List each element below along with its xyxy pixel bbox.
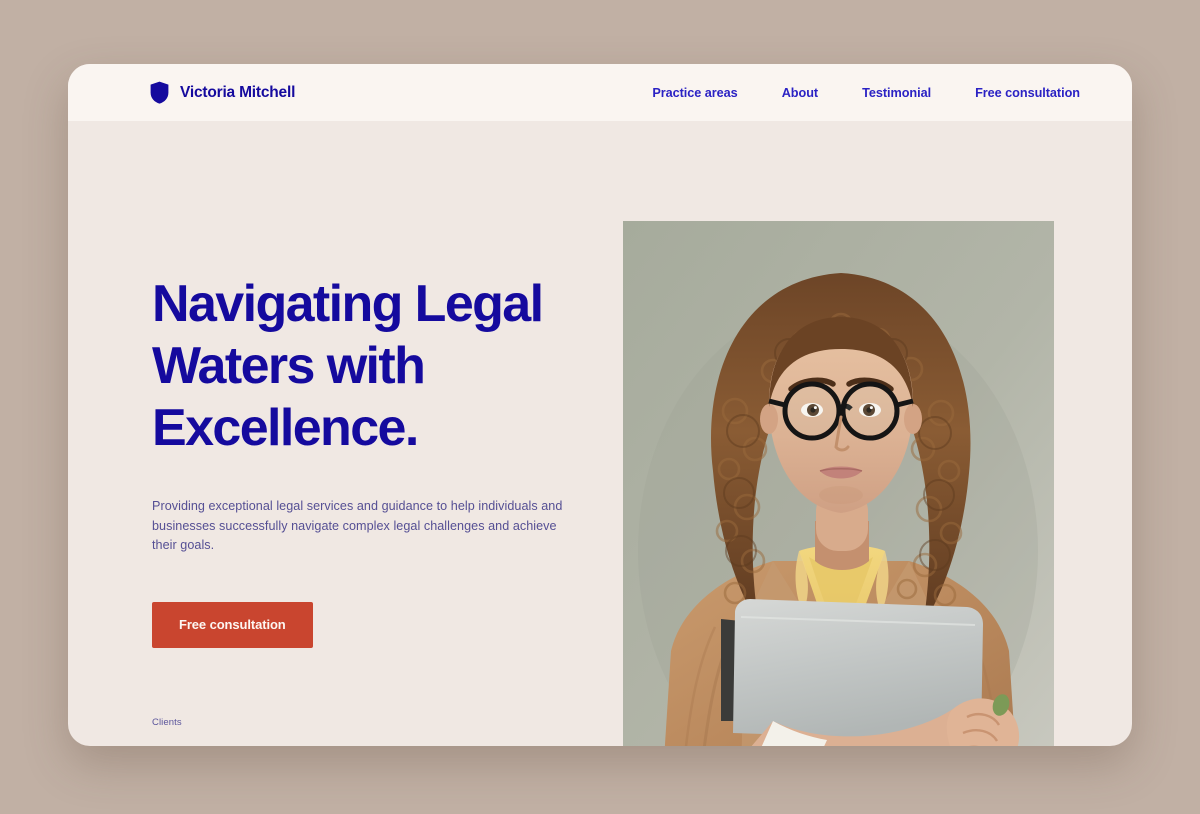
website-card: Victoria Mitchell Practice areas About T… [68,64,1132,746]
hero-section: Navigating Legal Waters with Excellence.… [68,121,1132,746]
brand-logo[interactable]: Victoria Mitchell [150,81,295,104]
clients-strip: Clients Vierate [152,717,622,746]
hero-headline: Navigating Legal Waters with Excellence. [152,275,544,457]
nav-link-about[interactable]: About [782,86,818,100]
nav-link-practice-areas[interactable]: Practice areas [652,86,737,100]
brand-name: Victoria Mitchell [180,83,296,101]
site-navbar: Victoria Mitchell Practice areas About T… [68,64,1132,121]
nav-link-free-consultation[interactable]: Free consultation [975,86,1080,100]
hero-copy: Navigating Legal Waters with Excellence.… [152,121,622,648]
hero-photo [623,221,1054,746]
hero-subcopy: Providing exceptional legal services and… [152,499,563,552]
nav-link-testimonial[interactable]: Testimonial [862,86,931,100]
clients-label: Clients [152,717,182,728]
shield-icon [150,81,169,104]
free-consultation-button[interactable]: Free consultation [152,601,313,648]
nav-links: Practice areas About Testimonial Free co… [652,86,1080,100]
